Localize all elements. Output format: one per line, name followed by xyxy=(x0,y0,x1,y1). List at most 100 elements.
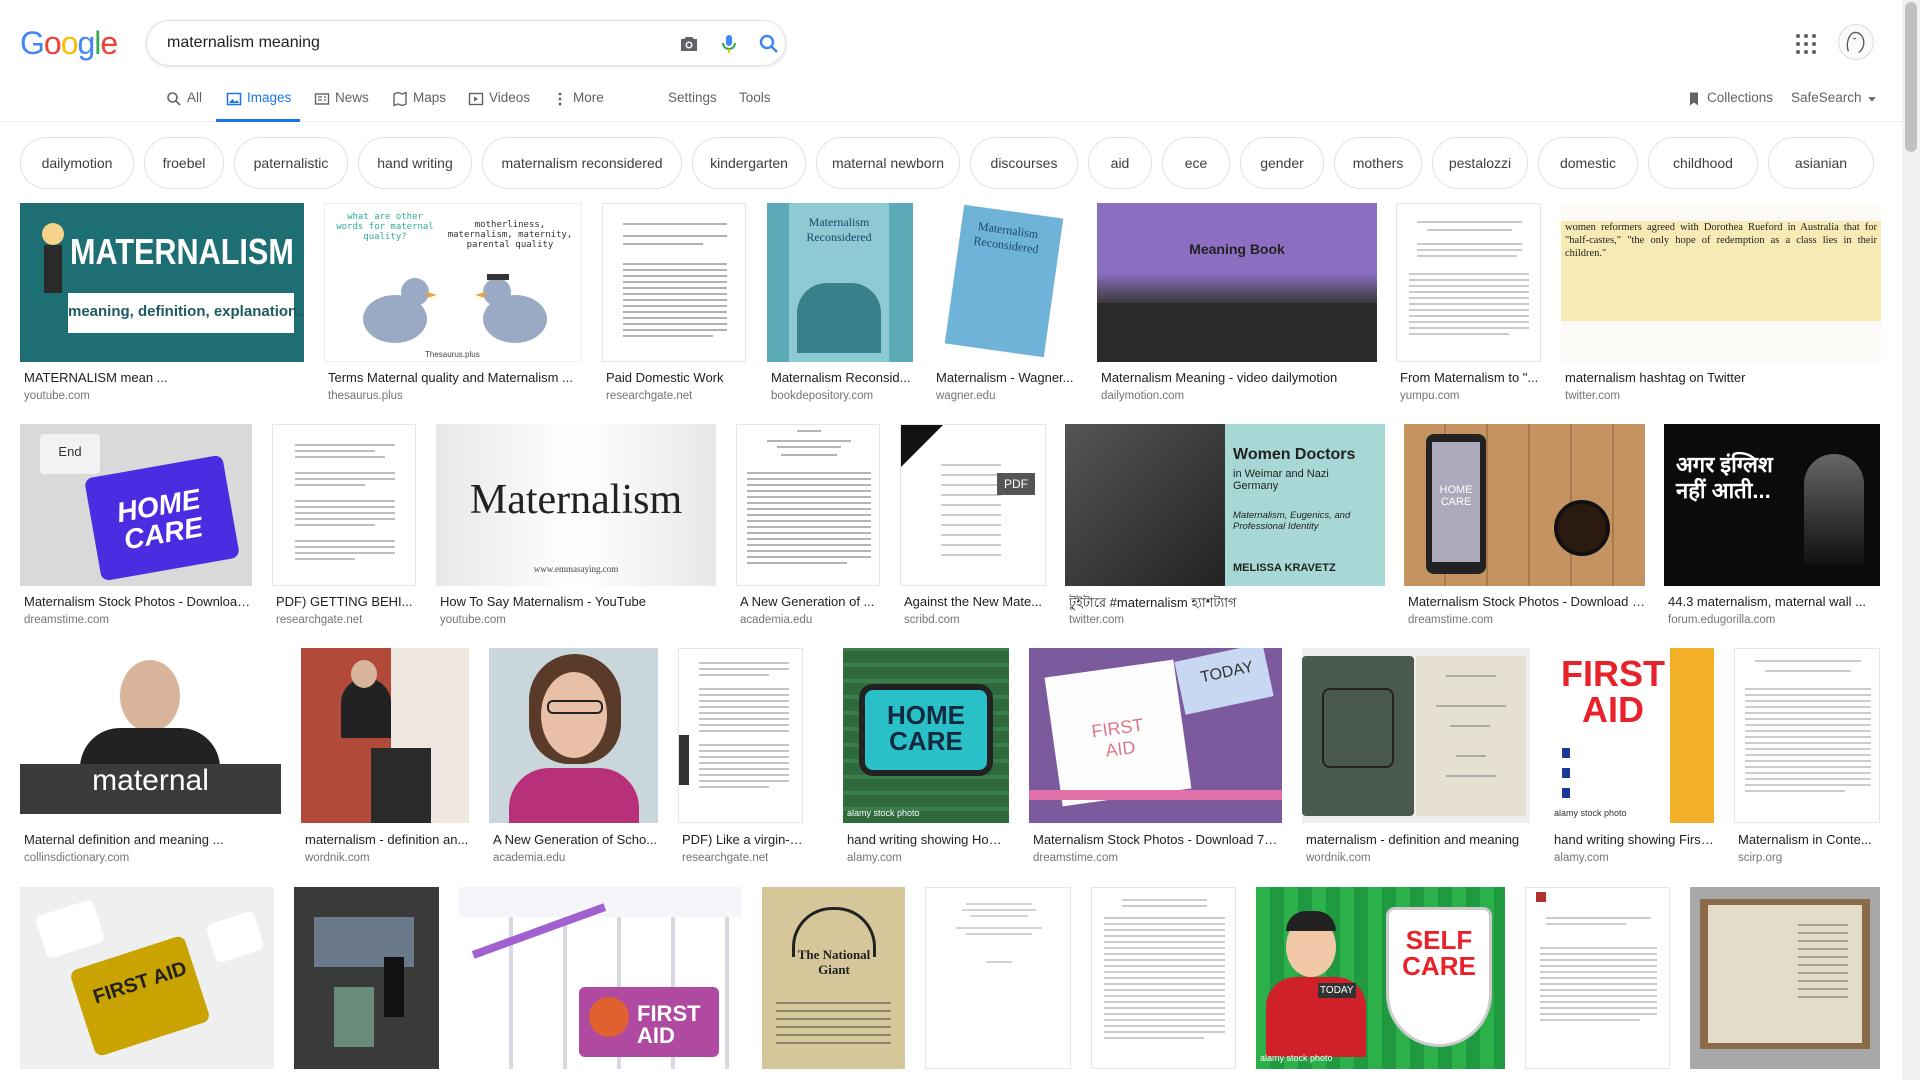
thumbnail[interactable]: PDF xyxy=(900,424,1046,586)
settings-link[interactable]: Settings xyxy=(668,90,717,122)
chip-paternalistic[interactable]: paternalistic xyxy=(234,137,348,189)
tab-more[interactable]: More xyxy=(552,90,604,122)
chip-asianian[interactable]: asianian xyxy=(1768,137,1874,189)
search-input[interactable] xyxy=(167,32,637,54)
result-title[interactable]: maternalism - definition an... xyxy=(305,832,469,847)
thumbnail[interactable]: FIRST AID xyxy=(20,887,274,1069)
result-title[interactable]: maternalism hashtag on Twitter xyxy=(1565,370,1881,385)
microphone-icon[interactable] xyxy=(717,32,741,56)
result-title[interactable]: Maternalism Stock Photos - Download 78 .… xyxy=(1033,832,1282,847)
chip-maternalism-reconsidered[interactable]: maternalism reconsidered xyxy=(482,137,682,189)
thumbnail[interactable] xyxy=(736,424,880,586)
result-r1-5[interactable]: Maternalism Reconsidered Maternalism - W… xyxy=(932,203,1078,403)
thumbnail[interactable]: The National Giant xyxy=(762,887,905,1069)
result-title[interactable]: Maternalism Meaning - video dailymotion xyxy=(1101,370,1377,385)
result-r1-2[interactable]: what are other words for maternal qualit… xyxy=(324,203,582,403)
camera-icon[interactable] xyxy=(677,32,701,56)
thumbnail[interactable] xyxy=(1690,887,1880,1069)
result-r3-4[interactable]: PDF) Like a virgin-mot... researchgate.n… xyxy=(678,648,803,866)
result-r4-3[interactable]: FIRST AID xyxy=(459,887,742,1069)
thumbnail[interactable] xyxy=(489,648,658,823)
thumbnail[interactable]: Maternalism Reconsidered xyxy=(932,203,1078,362)
thumbnail[interactable]: Maternalism Reconsidered xyxy=(767,203,913,362)
thumbnail[interactable]: MATERNALISM meaning, definition, explana… xyxy=(20,203,304,362)
result-title[interactable]: Maternalism Reconsid... xyxy=(771,370,913,385)
thumbnail[interactable] xyxy=(272,424,416,586)
result-title[interactable]: Paid Domestic Work xyxy=(606,370,746,385)
result-r2-7[interactable]: HOME CARE Maternalism Stock Photos - Dow… xyxy=(1404,424,1645,630)
result-r2-3[interactable]: Maternalism www.emmasaying.com How To Sa… xyxy=(436,424,716,630)
apps-grid-icon[interactable] xyxy=(1794,32,1818,56)
avatar[interactable] xyxy=(1838,24,1874,60)
result-r1-3[interactable]: Paid Domestic Work researchgate.net xyxy=(602,203,746,403)
tab-videos[interactable]: Videos xyxy=(468,90,530,122)
chip-ece[interactable]: ece xyxy=(1162,137,1230,189)
google-logo[interactable]: Google xyxy=(20,25,118,62)
chip-domestic[interactable]: domestic xyxy=(1538,137,1638,189)
result-title[interactable]: PDF) GETTING BEHI... xyxy=(276,594,416,609)
result-r3-5[interactable]: HOME CARE alamy stock photo hand writing… xyxy=(843,648,1009,866)
result-title[interactable]: maternalism - definition and meaning xyxy=(1306,832,1530,847)
tab-all[interactable]: All xyxy=(166,90,202,122)
result-r3-3[interactable]: A New Generation of Scho... academia.edu xyxy=(489,648,658,866)
result-r2-2[interactable]: PDF) GETTING BEHI... researchgate.net xyxy=(272,424,416,630)
thumbnail[interactable] xyxy=(1396,203,1541,362)
thumbnail[interactable]: Women Doctors in Weimar and Nazi Germany… xyxy=(1065,424,1385,586)
result-title[interactable]: How To Say Maternalism - YouTube xyxy=(440,594,716,609)
chip-aid[interactable]: aid xyxy=(1088,137,1152,189)
result-title[interactable]: A New Generation of Scho... xyxy=(493,832,658,847)
result-title[interactable]: Maternalism Stock Photos - Download 7... xyxy=(1408,594,1645,609)
result-title[interactable]: PDF) Like a virgin-mot... xyxy=(682,832,803,847)
tab-news[interactable]: News xyxy=(314,90,369,122)
result-title[interactable]: Terms Maternal quality and Maternalism .… xyxy=(328,370,582,385)
chip-kindergarten[interactable]: kindergarten xyxy=(692,137,806,189)
chip-discourses[interactable]: discourses xyxy=(970,137,1078,189)
result-r1-4[interactable]: Maternalism Reconsidered Maternalism Rec… xyxy=(767,203,913,403)
thumbnail[interactable]: what are other words for maternal qualit… xyxy=(324,203,582,362)
result-r3-7[interactable]: maternalism - definition and meaning wor… xyxy=(1302,648,1530,866)
chip-childhood[interactable]: childhood xyxy=(1648,137,1758,189)
chip-maternal-newborn[interactable]: maternal newborn xyxy=(816,137,960,189)
result-r4-6[interactable] xyxy=(1091,887,1236,1069)
thumbnail[interactable] xyxy=(1734,648,1880,823)
result-r4-2[interactable] xyxy=(294,887,439,1069)
result-r2-8[interactable]: अगर इंग्लिश नहीं आती... 44.3 maternalism… xyxy=(1664,424,1880,630)
thumbnail[interactable] xyxy=(1525,887,1670,1069)
chip-pestalozzi[interactable]: pestalozzi xyxy=(1432,137,1528,189)
result-r2-5[interactable]: PDF Against the New Mate... scribd.com xyxy=(900,424,1046,630)
thumbnail[interactable] xyxy=(1091,887,1236,1069)
thumbnail[interactable] xyxy=(301,648,469,823)
collections-link[interactable]: Collections xyxy=(1686,90,1773,122)
result-r3-1[interactable]: maternal Maternal definition and meaning… xyxy=(20,648,281,866)
result-r4-8[interactable] xyxy=(1525,887,1670,1069)
result-r3-8[interactable]: FIRST AID alamy stock photo hand writing… xyxy=(1550,648,1714,866)
result-r1-1[interactable]: MATERNALISM meaning, definition, explana… xyxy=(20,203,304,403)
result-r3-2[interactable]: maternalism - definition an... wordnik.c… xyxy=(301,648,469,866)
thumbnail[interactable] xyxy=(678,648,803,823)
result-r4-7[interactable]: SELF CARE TODAY alamy stock photo xyxy=(1256,887,1505,1069)
result-title[interactable]: টুইটারে #maternalism হ্যাশট্যাগ xyxy=(1069,594,1385,615)
thumbnail[interactable]: maternal xyxy=(20,648,281,823)
result-title[interactable]: From Maternalism to "... xyxy=(1400,370,1541,385)
result-r3-6[interactable]: FIRST AID TODAY Maternalism Stock Photos… xyxy=(1029,648,1282,866)
scrollbar-thumb[interactable] xyxy=(1905,2,1917,152)
thumbnail[interactable] xyxy=(1302,648,1530,823)
search-icon[interactable] xyxy=(757,32,781,56)
thumbnail[interactable] xyxy=(294,887,439,1069)
result-title[interactable]: hand writing showing Hom... xyxy=(847,832,1009,847)
result-title[interactable]: hand writing showing First... xyxy=(1554,832,1714,847)
scrollbar[interactable] xyxy=(1902,0,1920,1080)
result-r1-6[interactable]: Meaning Book Maternalism Meaning - video… xyxy=(1097,203,1377,403)
result-title[interactable]: 44.3 maternalism, maternal wall ... xyxy=(1668,594,1880,609)
chip-dailymotion[interactable]: dailymotion xyxy=(20,137,134,189)
thumbnail[interactable]: HOME CARE alamy stock photo xyxy=(843,648,1009,823)
result-title[interactable]: Maternal definition and meaning ... xyxy=(24,832,281,847)
result-r4-1[interactable]: FIRST AID xyxy=(20,887,274,1069)
safesearch-dropdown[interactable]: SafeSearch xyxy=(1791,90,1877,122)
thumbnail[interactable]: women reformers agreed with Dorothea Rue… xyxy=(1561,203,1881,362)
result-title[interactable]: Maternalism - Wagner... xyxy=(936,370,1078,385)
result-r4-4[interactable]: The National Giant xyxy=(762,887,905,1069)
result-title[interactable]: MATERNALISM mean ... xyxy=(24,370,302,385)
search-box[interactable] xyxy=(146,20,786,66)
result-r4-5[interactable] xyxy=(925,887,1071,1069)
